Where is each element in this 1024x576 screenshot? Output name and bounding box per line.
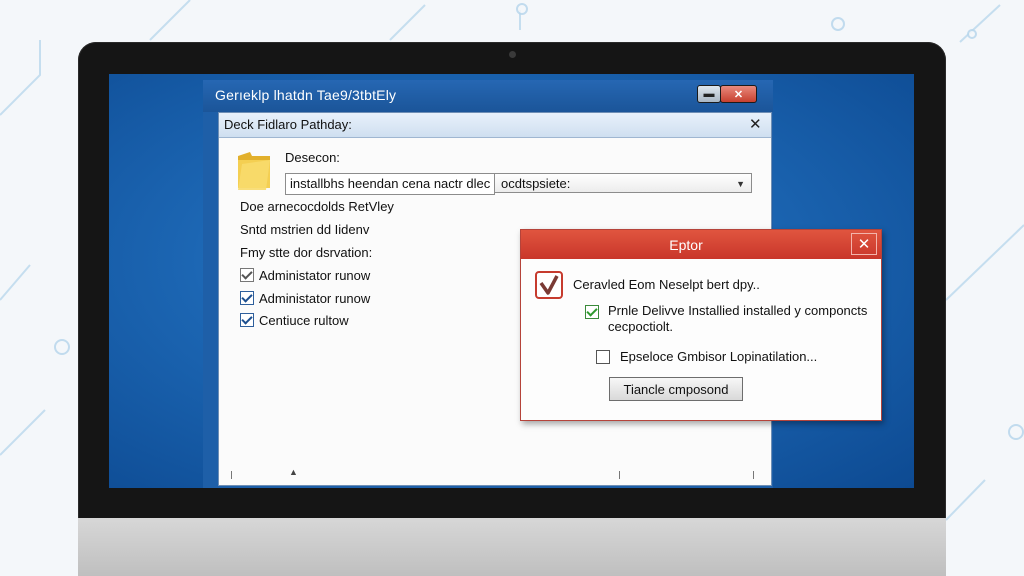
checkbox-1-label: Administator runow bbox=[259, 267, 371, 283]
checkbox-row-1[interactable]: Administator runow bbox=[240, 267, 370, 283]
dialog-titlebar[interactable]: Deck Fidlaro Pathday: ✕ bbox=[219, 113, 771, 138]
tick-mark bbox=[231, 471, 232, 479]
tick-mark bbox=[753, 471, 754, 479]
warning-check-icon bbox=[535, 271, 563, 299]
checkbox-1[interactable] bbox=[240, 268, 254, 282]
main-window-titlebar[interactable]: Gerıeklp lhatdn Tae9/3tbtEly ▬ ✕ bbox=[203, 80, 773, 112]
error-action-button[interactable]: Tiancle cmposond bbox=[609, 377, 743, 401]
info-line-1: Doe arnecocdolds RetVley bbox=[240, 199, 394, 214]
path-select-value: ocdtspsiete: bbox=[501, 176, 571, 191]
close-icon: ✕ bbox=[733, 88, 744, 101]
checkbox-2-label: Administator runow bbox=[259, 290, 371, 306]
close-button[interactable]: ✕ bbox=[720, 85, 757, 103]
chevron-down-icon: ▼ bbox=[736, 179, 745, 189]
close-icon: ✕ bbox=[857, 236, 871, 253]
error-dialog-body: Ceravled Eom Neselpt bert dpy.. Prnle De… bbox=[521, 259, 881, 420]
error-checkbox-2-label: Epseloce Gmbisor Lopinatilation... bbox=[620, 349, 818, 364]
tick-mark bbox=[619, 471, 620, 479]
dialog-close-icon[interactable]: ✕ bbox=[749, 115, 762, 133]
path-input[interactable]: installbhs heendan cena nactr dlec bbox=[285, 173, 495, 195]
checkbox-3[interactable] bbox=[240, 313, 254, 327]
webcam bbox=[509, 51, 516, 58]
main-window-title: Gerıeklp lhatdn Tae9/3tbtEly bbox=[215, 87, 397, 103]
checkbox-3-label: Centiuce rultow bbox=[259, 312, 349, 328]
minimize-icon: ▬ bbox=[703, 88, 715, 100]
checkbox-2[interactable] bbox=[240, 291, 254, 305]
error-checkbox-2[interactable] bbox=[596, 349, 610, 364]
caret-up-icon: ▲ bbox=[289, 467, 298, 477]
error-checkbox-row-2[interactable]: Epseloce Gmbisor Lopinatilation... bbox=[596, 349, 817, 364]
checkbox-row-3[interactable]: Centiuce rultow bbox=[240, 312, 349, 328]
description-label: Desecon: bbox=[285, 150, 340, 165]
minimize-button[interactable]: ▬ bbox=[697, 85, 721, 103]
error-close-button[interactable]: ✕ bbox=[851, 233, 877, 255]
error-checkbox-1-label: Prnle Delivve Installied installed y com… bbox=[608, 303, 868, 334]
info-line-3: Fmy stte dor dsrvation: bbox=[240, 245, 373, 260]
error-dialog-titlebar[interactable]: Eptor ✕ bbox=[521, 230, 881, 259]
error-dialog: Eptor ✕ Ceravled Eom Neselpt bert dpy.. … bbox=[520, 229, 882, 421]
monitor-chin bbox=[78, 518, 946, 576]
folder-icon bbox=[238, 152, 270, 190]
error-checkbox-1[interactable] bbox=[585, 305, 599, 319]
info-line-2: Sntd mstrien dd Iidenv bbox=[240, 222, 370, 237]
path-select[interactable]: ocdtspsiete: ▼ bbox=[494, 173, 752, 193]
error-message: Ceravled Eom Neselpt bert dpy.. bbox=[573, 277, 760, 292]
checkbox-row-2[interactable]: Administator runow bbox=[240, 290, 370, 306]
dialog-title: Deck Fidlaro Pathday: bbox=[224, 117, 352, 132]
error-dialog-title: Eptor bbox=[669, 237, 703, 253]
